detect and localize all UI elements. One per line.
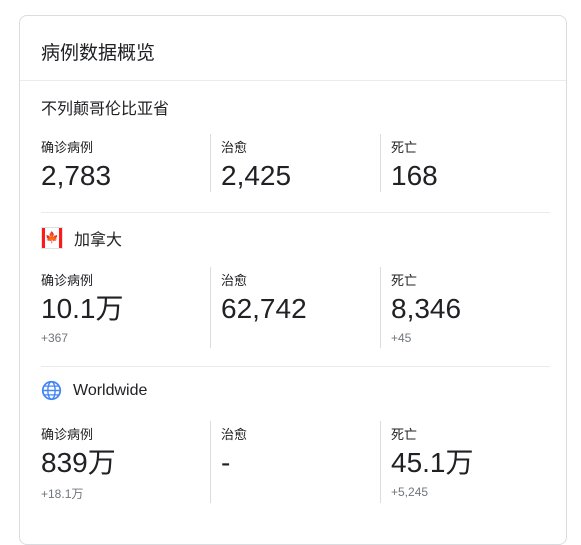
stat-recovered: 治愈 2,425 bbox=[221, 137, 291, 192]
stat-value: 168 bbox=[391, 160, 438, 191]
canada-flag-icon: 🍁 bbox=[41, 227, 63, 249]
region-header-bc: 不列颠哥伦比亚省 bbox=[41, 95, 169, 119]
stat-label: 死亡 bbox=[391, 140, 418, 155]
column-divider bbox=[210, 267, 211, 348]
stat-label: 死亡 bbox=[391, 427, 418, 442]
stat-label: 治愈 bbox=[221, 140, 248, 155]
stat-value: 2,783 bbox=[41, 160, 112, 191]
region-header-canada: 🍁 加拿大 bbox=[41, 226, 122, 250]
stat-label: 死亡 bbox=[391, 273, 418, 288]
region-name: Worldwide bbox=[73, 381, 148, 399]
stat-delta: +45 bbox=[391, 331, 412, 346]
stat-value: 62,742 bbox=[221, 293, 307, 324]
stat-deaths: 死亡 45.1万 +5,245 bbox=[391, 424, 474, 499]
stat-label: 治愈 bbox=[221, 427, 248, 442]
case-overview-card: 病例数据概览 不列颠哥伦比亚省 确诊病例 2,783 治愈 2,425 死亡 1… bbox=[19, 15, 567, 545]
region-header-worldwide: Worldwide bbox=[41, 380, 147, 401]
stat-delta: +367 bbox=[41, 331, 69, 346]
column-divider bbox=[380, 134, 381, 192]
column-divider bbox=[210, 134, 211, 192]
stat-label: 确诊病例 bbox=[41, 140, 94, 155]
stat-value: 8,346 bbox=[391, 293, 462, 324]
maple-leaf-icon: 🍁 bbox=[45, 231, 59, 244]
column-divider bbox=[380, 267, 381, 348]
column-divider bbox=[380, 421, 381, 503]
stat-deaths: 死亡 168 bbox=[391, 137, 438, 192]
stat-value: 839万 bbox=[41, 447, 116, 478]
region-name: 不列颠哥伦比亚省 bbox=[41, 101, 170, 118]
stat-delta: +5,245 bbox=[391, 485, 429, 500]
section-divider bbox=[41, 212, 550, 213]
stat-confirmed: 确诊病例 2,783 bbox=[41, 137, 111, 192]
stat-value: - bbox=[221, 447, 231, 478]
stat-value: 10.1万 bbox=[41, 293, 124, 324]
region-name: 加拿大 bbox=[74, 232, 123, 249]
stat-recovered: 治愈 62,742 bbox=[221, 270, 307, 325]
stat-confirmed: 确诊病例 839万 +18.1万 bbox=[41, 424, 116, 502]
stat-deaths: 死亡 8,346 +45 bbox=[391, 270, 461, 345]
column-divider bbox=[210, 421, 211, 503]
globe-icon bbox=[41, 380, 62, 401]
stat-label: 确诊病例 bbox=[41, 427, 94, 442]
card-title: 病例数据概览 bbox=[41, 43, 156, 64]
stat-label: 治愈 bbox=[221, 273, 248, 288]
stat-value: 2,425 bbox=[221, 160, 292, 191]
stat-confirmed: 确诊病例 10.1万 +367 bbox=[41, 270, 124, 345]
stat-delta: +18.1万 bbox=[41, 487, 84, 502]
section-divider bbox=[41, 366, 550, 367]
stat-recovered: 治愈 - bbox=[221, 424, 247, 479]
stat-label: 确诊病例 bbox=[41, 273, 94, 288]
stat-value: 45.1万 bbox=[391, 447, 474, 478]
title-divider bbox=[20, 80, 566, 81]
